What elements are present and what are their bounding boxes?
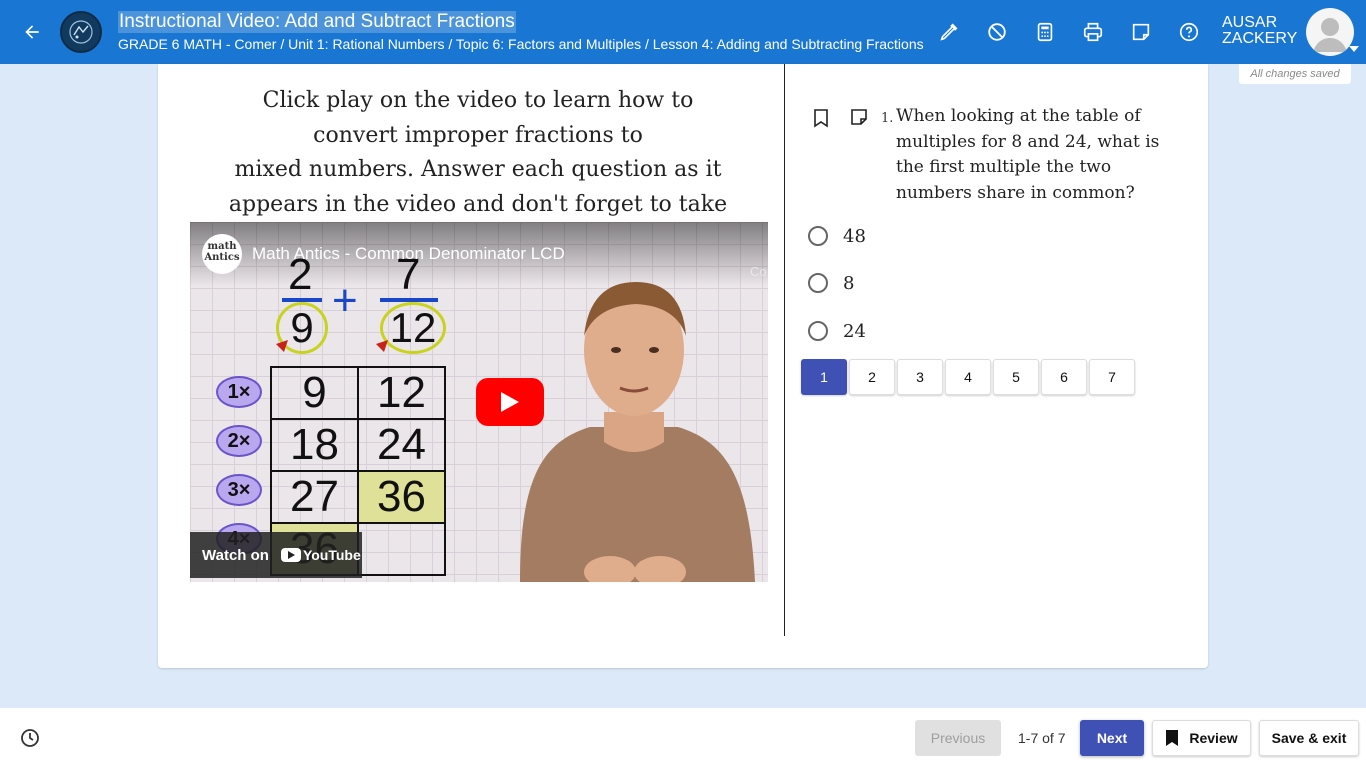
panel-divider	[784, 64, 785, 636]
breadcrumb[interactable]: GRADE 6 MATH - Comer / Unit 1: Rational …	[118, 35, 924, 53]
help-icon[interactable]	[1173, 16, 1205, 48]
highlighter-icon[interactable]	[933, 16, 965, 48]
calculator-icon[interactable]	[1029, 16, 1061, 48]
review-button[interactable]: Review	[1152, 720, 1251, 756]
radio-button[interactable]	[808, 226, 828, 246]
youtube-logo: YouTube	[280, 547, 361, 563]
youtube-label: YouTube	[302, 547, 361, 563]
page-button[interactable]: 1	[801, 359, 847, 395]
user-first-name: AUSAR	[1222, 14, 1278, 31]
table-cell: 27	[270, 470, 359, 524]
question-number: 1.	[881, 111, 894, 126]
page-title: Instructional Video: Add and Subtract Fr…	[118, 11, 516, 33]
save-status: All changes saved	[1239, 64, 1351, 84]
multiplier-badge: 3×	[216, 474, 262, 506]
watch-on-youtube-button[interactable]: Watch on YouTube	[190, 532, 362, 578]
play-button[interactable]	[476, 378, 544, 426]
video-title[interactable]: Math Antics - Common Denominator LCD	[252, 244, 565, 264]
multiplier-badge: 2×	[216, 425, 262, 457]
bookmark-filled-icon	[1166, 730, 1179, 746]
table-cell: 18	[270, 418, 359, 472]
table-row: 27 36	[270, 470, 446, 524]
user-name: AUSAR ZACKERY	[1222, 15, 1297, 47]
page-count: 1-7 of 7	[1018, 730, 1066, 746]
history-icon[interactable]	[20, 728, 40, 753]
avatar[interactable]	[1306, 8, 1354, 56]
video-corner-text: Co	[750, 264, 767, 279]
answer-option[interactable]: 24	[808, 316, 866, 346]
answer-option[interactable]: 8	[808, 268, 854, 298]
page-button[interactable]: 6	[1041, 359, 1087, 395]
bookmark-icon[interactable]	[812, 108, 830, 133]
user-menu-caret-icon[interactable]	[1349, 46, 1359, 52]
table-row: 18 24	[270, 418, 446, 472]
answer-option-label: 24	[843, 320, 866, 342]
save-exit-button[interactable]: Save & exit	[1259, 720, 1359, 756]
page-button[interactable]: 4	[945, 359, 991, 395]
page-button[interactable]: 3	[897, 359, 943, 395]
youtube-play-icon	[280, 548, 301, 562]
print-icon[interactable]	[1077, 16, 1109, 48]
radio-button[interactable]	[808, 321, 828, 341]
instructions-line-1: Click play on the video to learn how to …	[262, 88, 694, 148]
question-pager: 1 2 3 4 5 6 7	[801, 359, 1137, 395]
answer-option-label: 8	[843, 272, 855, 294]
table-cell: 36	[357, 470, 446, 524]
answer-option-label: 48	[843, 225, 866, 247]
user-last-name: ZACKERY	[1222, 30, 1298, 47]
watch-on-label: Watch on	[202, 546, 269, 564]
footer-bar: Previous 1-7 of 7 Next Review Save & exi…	[0, 708, 1366, 768]
table-cell: 9	[270, 366, 359, 420]
play-icon	[501, 392, 519, 412]
back-arrow-icon[interactable]	[16, 16, 48, 48]
review-label: Review	[1189, 730, 1238, 746]
table-cell	[357, 522, 446, 576]
table-row: 9 12	[270, 366, 446, 420]
video-player[interactable]: 2 + 7 9 12 1× 2× 3× 4× 912 1824 2736 36	[190, 222, 768, 582]
page-button[interactable]: 2	[849, 359, 895, 395]
table-cell: 24	[357, 418, 446, 472]
next-button[interactable]: Next	[1080, 720, 1144, 756]
multiplier-badge: 1×	[216, 376, 262, 408]
notepad-icon[interactable]	[1125, 16, 1157, 48]
content-card: Click play on the video to learn how to …	[158, 64, 1208, 668]
question-text: When looking at the table of multiples f…	[896, 106, 1160, 203]
previous-button[interactable]: Previous	[915, 720, 1001, 756]
eliminate-icon[interactable]	[981, 16, 1013, 48]
page-button[interactable]: 5	[993, 359, 1039, 395]
note-icon[interactable]	[850, 108, 868, 131]
table-cell: 12	[357, 366, 446, 420]
radio-button[interactable]	[808, 273, 828, 293]
page-button[interactable]: 7	[1089, 359, 1135, 395]
school-logo	[60, 11, 102, 53]
channel-logo[interactable]: math Antics	[202, 234, 242, 274]
top-bar: Instructional Video: Add and Subtract Fr…	[0, 0, 1366, 64]
answer-option[interactable]: 48	[808, 221, 866, 251]
